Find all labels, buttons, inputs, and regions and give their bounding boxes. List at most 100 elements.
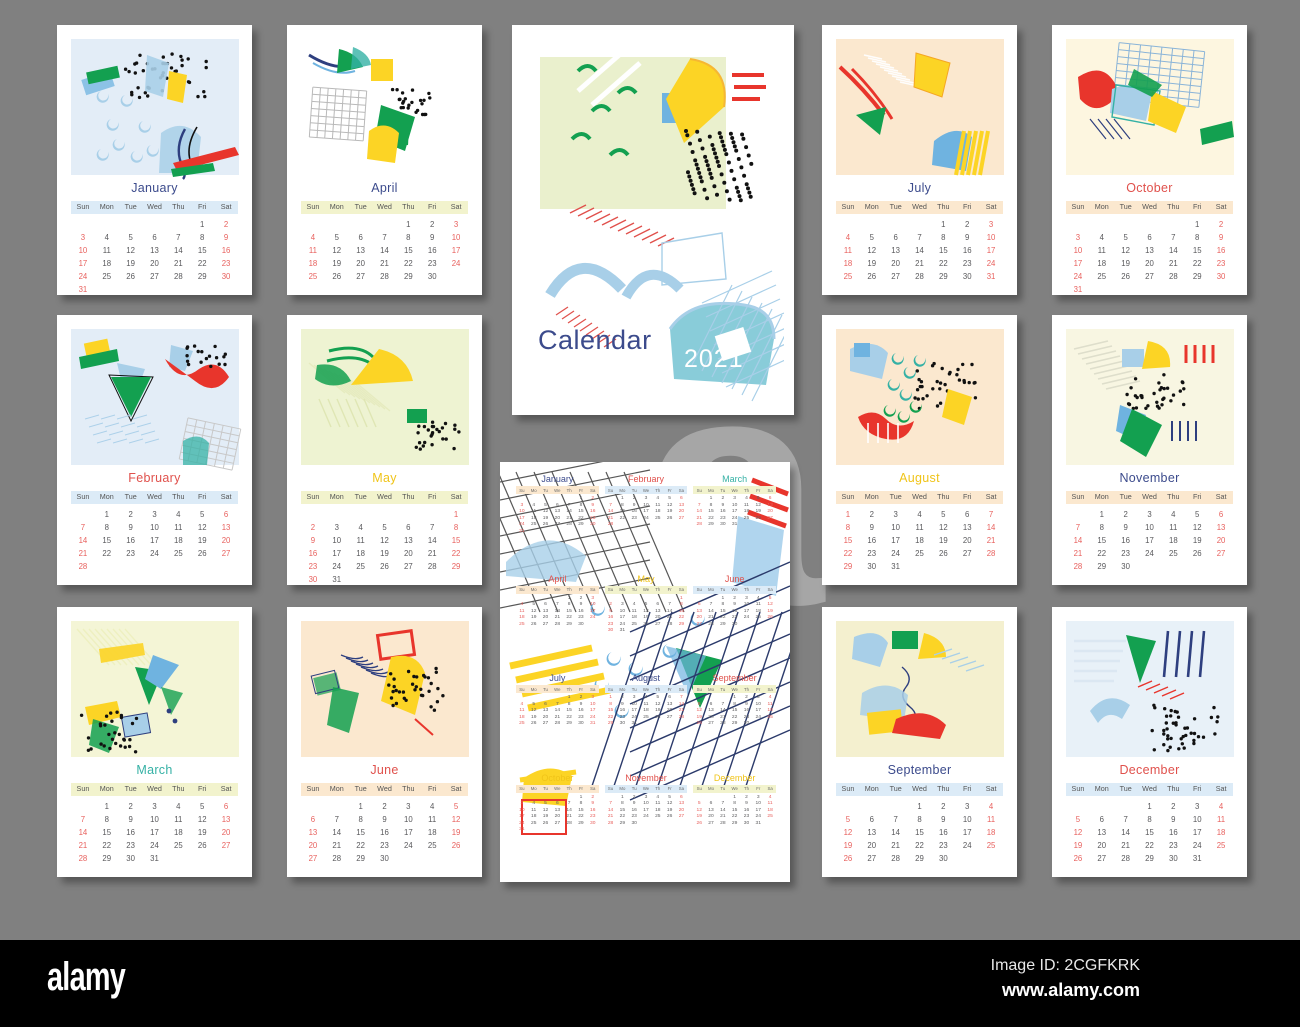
day-cell[interactable]: 19: [190, 828, 214, 837]
day-cell[interactable]: 6: [1090, 815, 1114, 824]
day-cell[interactable]: 24: [587, 715, 599, 720]
day-cell[interactable]: 18: [528, 516, 540, 521]
day-cell[interactable]: 17: [1185, 828, 1209, 837]
day-cell[interactable]: 8: [190, 233, 214, 242]
day-cell[interactable]: 3: [587, 695, 599, 700]
day-cell[interactable]: 30: [717, 522, 729, 527]
day-cell[interactable]: 27: [884, 272, 908, 281]
day-cell[interactable]: 8: [729, 702, 741, 707]
day-cell[interactable]: 4: [764, 695, 776, 700]
day-cell[interactable]: 10: [143, 523, 167, 532]
day-cell[interactable]: 12: [528, 609, 540, 614]
day-cell[interactable]: 25: [752, 615, 764, 620]
day-cell[interactable]: 16: [1114, 536, 1138, 545]
day-cell[interactable]: 31: [587, 721, 599, 726]
day-cell[interactable]: 8: [444, 523, 468, 532]
day-cell[interactable]: 30: [587, 821, 599, 826]
day-cell[interactable]: 18: [528, 814, 540, 819]
days-grid[interactable]: 0000123456789101112131415161718192021222…: [836, 220, 1003, 281]
day-cell[interactable]: 24: [71, 272, 95, 281]
day-cell[interactable]: 19: [119, 259, 143, 268]
day-cell[interactable]: 1: [616, 496, 628, 501]
day-cell[interactable]: 11: [908, 523, 932, 532]
day-cell[interactable]: 24: [628, 715, 640, 720]
day-cell[interactable]: 20: [652, 615, 664, 620]
day-cell[interactable]: 24: [752, 814, 764, 819]
day-cell[interactable]: 3: [884, 510, 908, 519]
day-cell[interactable]: 17: [640, 509, 652, 514]
day-cell[interactable]: 29: [563, 721, 575, 726]
day-cell[interactable]: 12: [119, 246, 143, 255]
day-cell[interactable]: 12: [373, 536, 397, 545]
day-cell[interactable]: 15: [396, 246, 420, 255]
day-cell[interactable]: 20: [214, 828, 238, 837]
day-cell[interactable]: 22: [396, 259, 420, 268]
day-cell[interactable]: 28: [1114, 854, 1138, 863]
day-cell[interactable]: 9: [214, 233, 238, 242]
day-cell[interactable]: 18: [640, 708, 652, 713]
day-cell[interactable]: 3: [729, 496, 741, 501]
cover-card[interactable]: Calendar 2021: [512, 25, 794, 415]
day-cell[interactable]: 12: [752, 503, 764, 508]
day-cell[interactable]: 21: [71, 549, 95, 558]
day-cell[interactable]: 1: [396, 220, 420, 229]
mini-days-grid[interactable]: 0000012345678910111213141516171819202122…: [516, 795, 599, 833]
day-cell[interactable]: 23: [717, 516, 729, 521]
day-cell[interactable]: 27: [1138, 272, 1162, 281]
mini-month-november[interactable]: November SuMoTuWeThFrSa 0123456789101112…: [604, 773, 688, 871]
day-cell[interactable]: 1: [190, 220, 214, 229]
day-cell[interactable]: 5: [190, 802, 214, 811]
day-cell[interactable]: 27: [652, 622, 664, 627]
day-cell[interactable]: 28: [605, 821, 617, 826]
day-cell[interactable]: 17: [516, 516, 528, 521]
day-cell[interactable]: 25: [516, 622, 528, 627]
day-cell[interactable]: 31: [71, 285, 95, 294]
day-cell[interactable]: 7: [693, 503, 705, 508]
day-cell[interactable]: 8: [575, 503, 587, 508]
day-cell[interactable]: 26: [1066, 854, 1090, 863]
day-cell[interactable]: 20: [860, 841, 884, 850]
day-cell[interactable]: 16: [741, 808, 753, 813]
day-cell[interactable]: 6: [884, 233, 908, 242]
day-cell[interactable]: 3: [143, 802, 167, 811]
day-cell[interactable]: 20: [551, 814, 563, 819]
day-cell[interactable]: 11: [166, 815, 190, 824]
day-cell[interactable]: 27: [676, 814, 688, 819]
day-cell[interactable]: 28: [373, 272, 397, 281]
day-cell[interactable]: 1: [575, 496, 587, 501]
day-cell[interactable]: 1: [1185, 220, 1209, 229]
day-cell[interactable]: 24: [516, 821, 528, 826]
day-cell[interactable]: 22: [444, 549, 468, 558]
day-cell[interactable]: 28: [676, 715, 688, 720]
day-cell[interactable]: 21: [551, 615, 563, 620]
day-cell[interactable]: 10: [1138, 523, 1162, 532]
day-cell[interactable]: 1: [575, 795, 587, 800]
day-cell[interactable]: 14: [884, 828, 908, 837]
day-cell[interactable]: 26: [540, 821, 552, 826]
day-cell[interactable]: 8: [563, 702, 575, 707]
days-grid[interactable]: 0123456789101112131415161718192021222324…: [71, 510, 238, 571]
day-cell[interactable]: 3: [143, 510, 167, 519]
day-cell[interactable]: 21: [605, 516, 617, 521]
day-cell[interactable]: 14: [551, 609, 563, 614]
day-cell[interactable]: 16: [301, 549, 325, 558]
day-cell[interactable]: 27: [396, 562, 420, 571]
day-cell[interactable]: 9: [119, 523, 143, 532]
day-cell[interactable]: 2: [575, 695, 587, 700]
day-cell[interactable]: 23: [119, 841, 143, 850]
day-cell[interactable]: 7: [1114, 815, 1138, 824]
day-cell[interactable]: 29: [95, 854, 119, 863]
day-cell[interactable]: 14: [605, 509, 617, 514]
day-cell[interactable]: 9: [729, 602, 741, 607]
day-cell[interactable]: 22: [95, 841, 119, 850]
day-cell[interactable]: 31: [1185, 854, 1209, 863]
day-cell[interactable]: 25: [979, 841, 1003, 850]
day-cell[interactable]: 25: [166, 549, 190, 558]
day-cell[interactable]: 20: [301, 841, 325, 850]
day-cell[interactable]: 17: [979, 246, 1003, 255]
mini-month-february[interactable]: February SuMoTuWeThFrSa 0123456789101112…: [604, 474, 688, 572]
days-grid[interactable]: 0001234567891011121314151617181920212223…: [1066, 802, 1233, 863]
day-cell[interactable]: 27: [540, 721, 552, 726]
day-cell[interactable]: 11: [528, 509, 540, 514]
day-cell[interactable]: 13: [214, 815, 238, 824]
